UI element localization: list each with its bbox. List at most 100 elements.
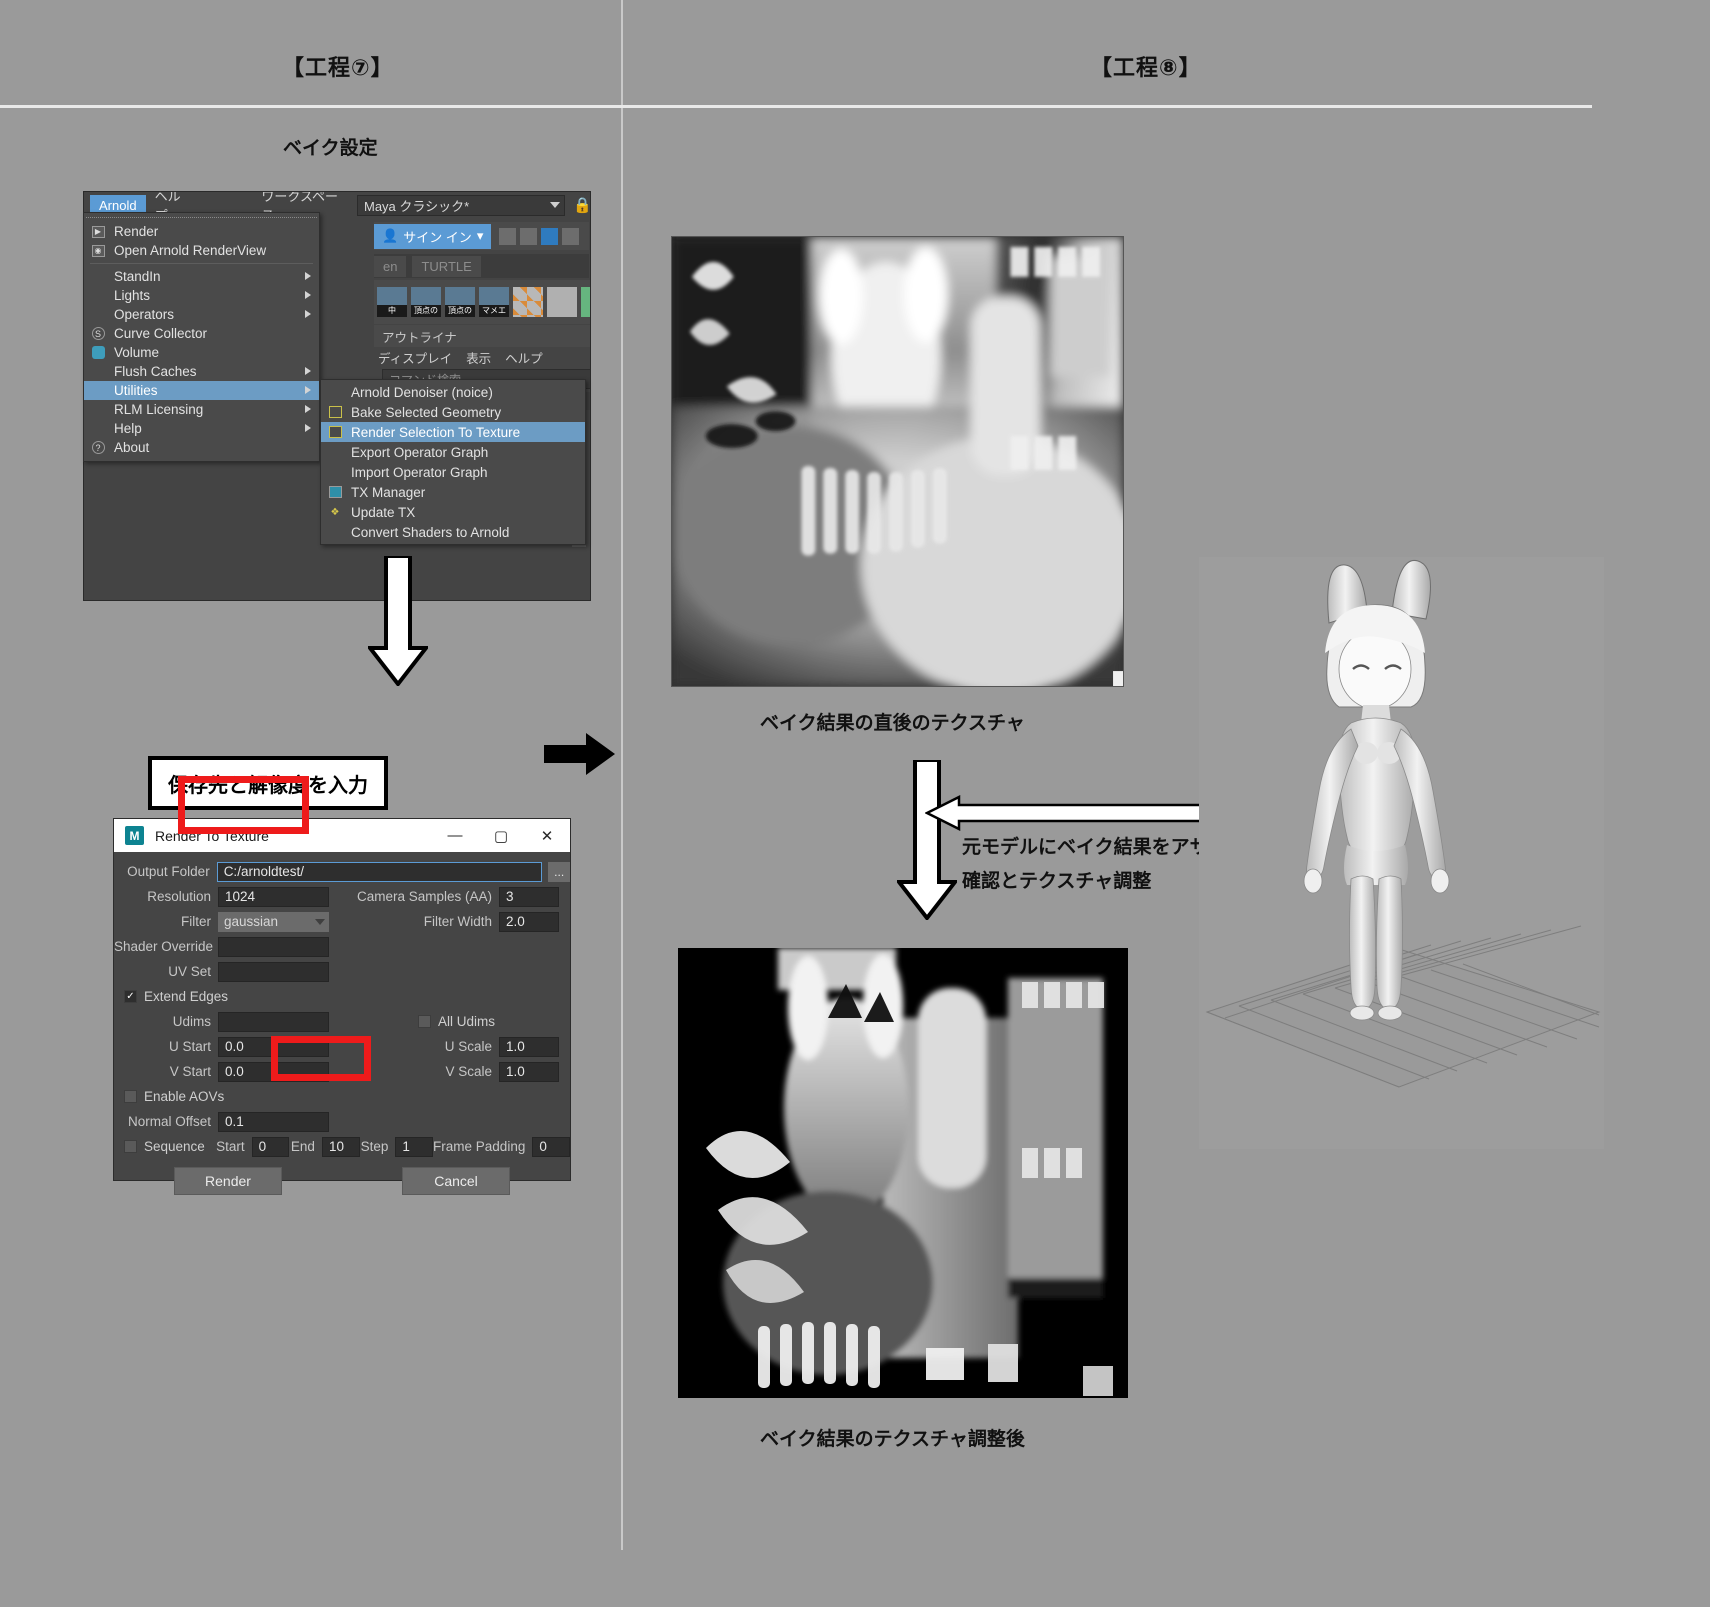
all-udims-checkbox[interactable] [418, 1015, 431, 1028]
shelf-icon-2[interactable]: 頂点の [411, 287, 441, 317]
cube-icon[interactable] [499, 227, 517, 245]
shelf-icon-3[interactable]: 頂点の [445, 287, 475, 317]
output-folder-input[interactable]: C:/arnoldtest/ [216, 861, 543, 882]
submenu-item-import-operator-graph[interactable]: Import Operator Graph [321, 462, 585, 482]
blank-icon [90, 422, 106, 436]
maya-shelf: 中 頂点の 頂点の マメエ [374, 280, 590, 324]
submenu-item-label: Bake Selected Geometry [351, 404, 502, 420]
submenu-item-render-selection-to-texture[interactable]: Render Selection To Texture [321, 422, 585, 442]
tab-turtle[interactable]: TURTLE [412, 255, 481, 277]
menu-item-lights[interactable]: Lights [84, 286, 319, 305]
cancel-button[interactable]: Cancel [402, 1167, 510, 1195]
menu-item-label: Flush Caches [114, 364, 197, 379]
list-icon[interactable] [562, 227, 580, 245]
menu-item-label: About [114, 440, 150, 455]
menu-item-curve-collector[interactable]: S Curve Collector [84, 324, 319, 343]
menu-item-utilities[interactable]: Utilities [84, 381, 319, 400]
normal-offset-input[interactable]: 0.1 [218, 1111, 329, 1132]
extend-edges-label: Extend Edges [144, 989, 229, 1004]
camera-samples-input[interactable]: 3 [499, 886, 559, 907]
normal-offset-row: Normal Offset 0.1 [114, 1110, 570, 1133]
shelf-icon-4[interactable]: マメエ [479, 287, 509, 317]
header-divider [0, 105, 1592, 108]
render-button[interactable]: Render [174, 1167, 282, 1195]
menu-item-render[interactable]: ▶ Render [84, 222, 319, 241]
extend-edges-checkbox[interactable]: ✓ [124, 990, 137, 1003]
filter-select[interactable]: gaussian [218, 911, 329, 932]
udims-row: Udims All Udims [114, 1010, 570, 1033]
minimize-button[interactable]: — [432, 819, 478, 852]
menu-item-standin[interactable]: StandIn [84, 267, 319, 286]
menu-item-volume[interactable]: Volume [84, 343, 319, 362]
submenu-item-arnold-denoiser[interactable]: Arnold Denoiser (noice) [321, 382, 585, 402]
dialog-button-row: Render Cancel [114, 1167, 570, 1195]
filter-width-input[interactable]: 2.0 [499, 911, 559, 932]
v-scale-input[interactable]: 1.0 [499, 1061, 559, 1082]
sequence-checkbox[interactable] [124, 1140, 137, 1153]
close-button[interactable]: ✕ [524, 819, 570, 852]
checker-texture-icon[interactable] [513, 287, 543, 317]
maximize-button[interactable]: ▢ [478, 819, 524, 852]
chevron-right-icon [305, 272, 311, 280]
play-box-icon: ▶ [90, 225, 106, 239]
tab-en[interactable]: en [374, 255, 407, 277]
shelf-icon-1[interactable]: 中 [377, 287, 407, 317]
maya-tab-bar: en TURTLE [374, 254, 589, 278]
submenu-item-export-operator-graph[interactable]: Export Operator Graph [321, 442, 585, 462]
sequence-step-label: Step [360, 1139, 389, 1154]
outliner-tab[interactable]: アウトライナ [374, 325, 590, 347]
blank-icon [90, 308, 106, 322]
u-start-label: U Start [168, 1039, 211, 1054]
enable-aovs-checkbox[interactable] [124, 1090, 137, 1103]
submenu-item-convert-shaders-to-arnold[interactable]: Convert Shaders to Arnold [321, 522, 585, 542]
menu-tearoff-handle[interactable] [86, 217, 317, 218]
chevron-right-icon [305, 291, 311, 299]
arnold-utilities-submenu: Arnold Denoiser (noice) Bake Selected Ge… [320, 379, 586, 545]
volume-icon [90, 346, 106, 360]
menu-item-label: Open Arnold RenderView [114, 243, 267, 258]
green-material-icon[interactable] [581, 287, 590, 317]
filter-row: Filter gaussian Filter Width 2.0 [114, 910, 570, 933]
udims-input[interactable] [218, 1011, 329, 1032]
highlight-output-and-resolution [178, 776, 309, 834]
flow-arrow-down-stage7 [368, 556, 428, 686]
menu-item-operators[interactable]: Operators [84, 305, 319, 324]
uv-set-row: UV Set [114, 960, 570, 983]
menu-item-rlm-licensing[interactable]: RLM Licensing [84, 400, 319, 419]
resolution-input[interactable]: 1024 [218, 886, 329, 907]
blank-icon [90, 365, 106, 379]
menu-item-flush-caches[interactable]: Flush Caches [84, 362, 319, 381]
menu-item-label: Curve Collector [114, 326, 208, 341]
u-scale-input[interactable]: 1.0 [499, 1036, 559, 1057]
signin-button[interactable]: 👤 サイン イン ▾ [374, 223, 492, 249]
rig-icon[interactable] [520, 227, 538, 245]
submenu-item-bake-selected-geometry[interactable]: Bake Selected Geometry [321, 402, 585, 422]
sequence-start-input[interactable]: 0 [251, 1136, 290, 1157]
camera-samples-label: Camera Samples (AA) [356, 889, 492, 904]
menu-item-help[interactable]: Help [84, 419, 319, 438]
lock-icon[interactable]: 🔒 [573, 196, 590, 214]
menu-item-about[interactable]: ? About [84, 438, 319, 457]
frame-padding-input[interactable]: 0 [532, 1136, 570, 1157]
diamond-icon[interactable] [547, 287, 577, 317]
chevron-right-icon [305, 367, 311, 375]
blank-icon [90, 270, 106, 284]
submenu-item-update-tx[interactable]: ❖ Update TX [321, 502, 585, 522]
layers-icon[interactable] [541, 227, 559, 245]
flow-arrow-right-black [544, 733, 615, 775]
shader-override-input[interactable] [218, 936, 329, 957]
menu-item-open-arnold-renderview[interactable]: ◉ Open Arnold RenderView [84, 241, 319, 260]
outliner-menu-display[interactable]: ディスプレイ [378, 348, 452, 367]
render-to-texture-dialog: M Render To Texture — ▢ ✕ Output Folder … [113, 818, 571, 1195]
sequence-step-input[interactable]: 1 [395, 1136, 434, 1157]
sequence-end-input[interactable]: 10 [321, 1136, 360, 1157]
bake-icon [327, 405, 343, 419]
submenu-item-tx-manager[interactable]: TX Manager [321, 482, 585, 502]
submenu-item-label: Convert Shaders to Arnold [351, 524, 510, 540]
workspace-select[interactable]: Maya クラシック* [357, 194, 566, 216]
browse-folder-button[interactable]: ... [548, 861, 571, 882]
outliner-menu-show[interactable]: 表示 [466, 348, 491, 367]
outliner-menu-help[interactable]: ヘルプ [505, 348, 543, 367]
udims-label: Udims [172, 1014, 211, 1029]
uv-set-input[interactable] [218, 961, 329, 982]
